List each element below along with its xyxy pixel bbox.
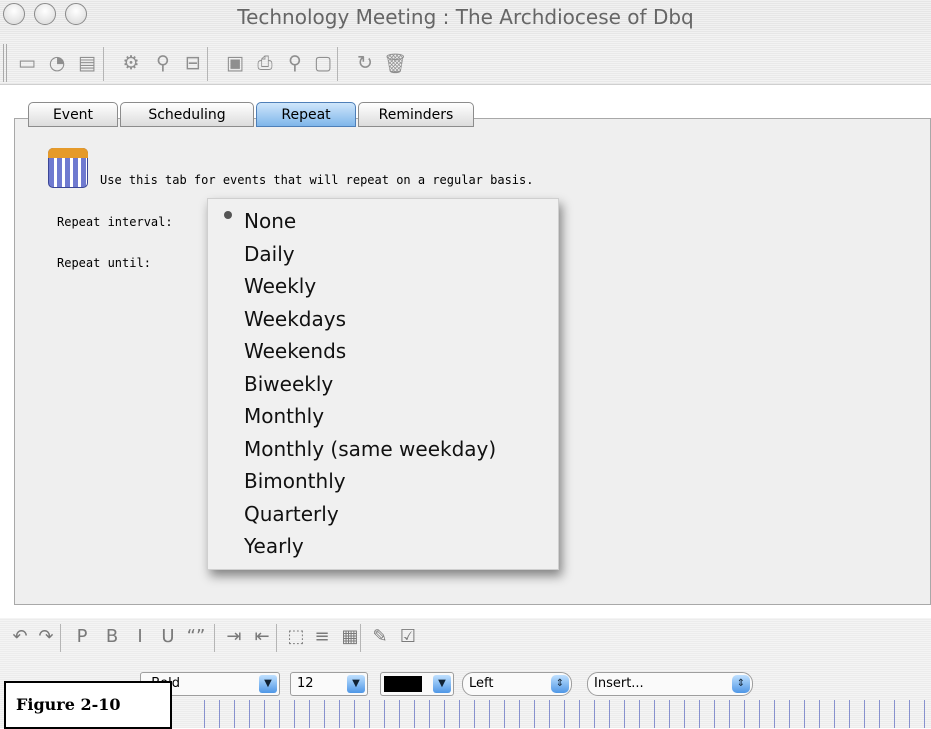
font-size-value: 12: [297, 676, 314, 691]
folder-icon[interactable]: ▢: [310, 50, 336, 76]
ruler[interactable]: [190, 700, 931, 728]
tab-scheduling[interactable]: Scheduling: [120, 102, 254, 127]
toolbar-separator: [207, 47, 208, 81]
italic-icon[interactable]: I: [128, 624, 152, 650]
toolbar-grip[interactable]: [3, 44, 7, 82]
table-icon[interactable]: ▦: [338, 624, 362, 650]
list-icon[interactable]: ≡: [310, 624, 334, 650]
chevron-down-icon: ▼: [347, 675, 365, 693]
new-event-icon[interactable]: ▭: [14, 50, 40, 76]
alignment-select[interactable]: Left ⇕: [462, 672, 572, 696]
print-icon[interactable]: ⎙: [252, 50, 278, 76]
quote-icon[interactable]: “”: [184, 624, 208, 650]
meeting-icon[interactable]: ⊟: [180, 50, 206, 76]
new-note-icon[interactable]: ▤: [74, 50, 100, 76]
outdent-icon[interactable]: ⇤: [250, 624, 274, 650]
undo-icon[interactable]: ↶: [8, 624, 32, 650]
toolbar-separator: [360, 624, 361, 652]
toolbar-separator: [276, 624, 277, 652]
calendar-icon[interactable]: ▣: [222, 50, 248, 76]
insert-select[interactable]: Insert... ⇕: [587, 672, 753, 696]
tab-event[interactable]: Event: [28, 102, 118, 127]
menu-item[interactable]: Weekdays: [244, 303, 346, 336]
redo-icon[interactable]: ↷: [34, 624, 58, 650]
person-icon[interactable]: ⚲: [150, 50, 176, 76]
repeat-interval-popup: None Daily Weekly Weekdays Weekends Biweekly M…: [207, 198, 559, 570]
reply-icon[interactable]: ↻: [352, 50, 378, 76]
menu-item[interactable]: Quarterly: [244, 498, 339, 531]
figure-caption: Figure 2-10: [4, 681, 172, 729]
menu-item[interactable]: Monthly (same weekday): [244, 433, 496, 466]
underline-icon[interactable]: U: [156, 624, 180, 650]
toolbar-separator: [214, 624, 215, 652]
menu-item[interactable]: Weekends: [244, 335, 346, 368]
insert-value: Insert...: [594, 676, 644, 691]
repeat-description: Use this tab for events that will repeat…: [100, 173, 534, 187]
chevron-down-icon: ▼: [259, 675, 277, 693]
image-icon[interactable]: ⬚: [284, 624, 308, 650]
menu-item[interactable]: None: [244, 205, 296, 238]
check-icon[interactable]: ☑: [396, 624, 420, 650]
indent-icon[interactable]: ⇥: [222, 624, 246, 650]
selected-bullet-icon: [224, 211, 232, 219]
tab-reminders[interactable]: Reminders: [358, 102, 474, 127]
alignment-value: Left: [469, 676, 494, 691]
link-icon[interactable]: ⚙: [118, 50, 144, 76]
link-icon[interactable]: ✎: [368, 624, 392, 650]
repeat-until-label: Repeat until:: [57, 256, 151, 270]
search-icon[interactable]: ⚲: [282, 50, 308, 76]
menu-item[interactable]: Weekly: [244, 270, 316, 303]
trash-icon[interactable]: 🗑: [382, 50, 408, 76]
paragraph-icon[interactable]: P: [70, 624, 94, 650]
menu-item[interactable]: Bimonthly: [244, 465, 346, 498]
repeat-interval-label: Repeat interval:: [57, 215, 173, 229]
text-color-select[interactable]: ▼: [380, 672, 454, 696]
menu-item[interactable]: Daily: [244, 238, 295, 271]
calendar-icon-header: [48, 148, 88, 158]
tab-repeat[interactable]: Repeat: [256, 102, 356, 127]
font-size-select[interactable]: 12 ▼: [290, 672, 368, 696]
menu-item[interactable]: Monthly: [244, 400, 324, 433]
new-task-icon[interactable]: ◔: [44, 50, 70, 76]
toolbar-separator: [60, 624, 61, 652]
window-title: Technology Meeting : The Archdiocese of …: [237, 5, 694, 29]
menu-item[interactable]: Yearly: [244, 530, 304, 563]
up-down-arrows-icon: ⇕: [551, 675, 569, 693]
toolbar-separator: [103, 47, 104, 81]
menu-item[interactable]: Biweekly: [244, 368, 333, 401]
toolbar-separator: [337, 47, 338, 81]
up-down-arrows-icon: ⇕: [732, 675, 750, 693]
color-swatch: [384, 675, 422, 692]
chevron-down-icon: ▼: [433, 675, 451, 693]
bold-icon[interactable]: B: [100, 624, 124, 650]
